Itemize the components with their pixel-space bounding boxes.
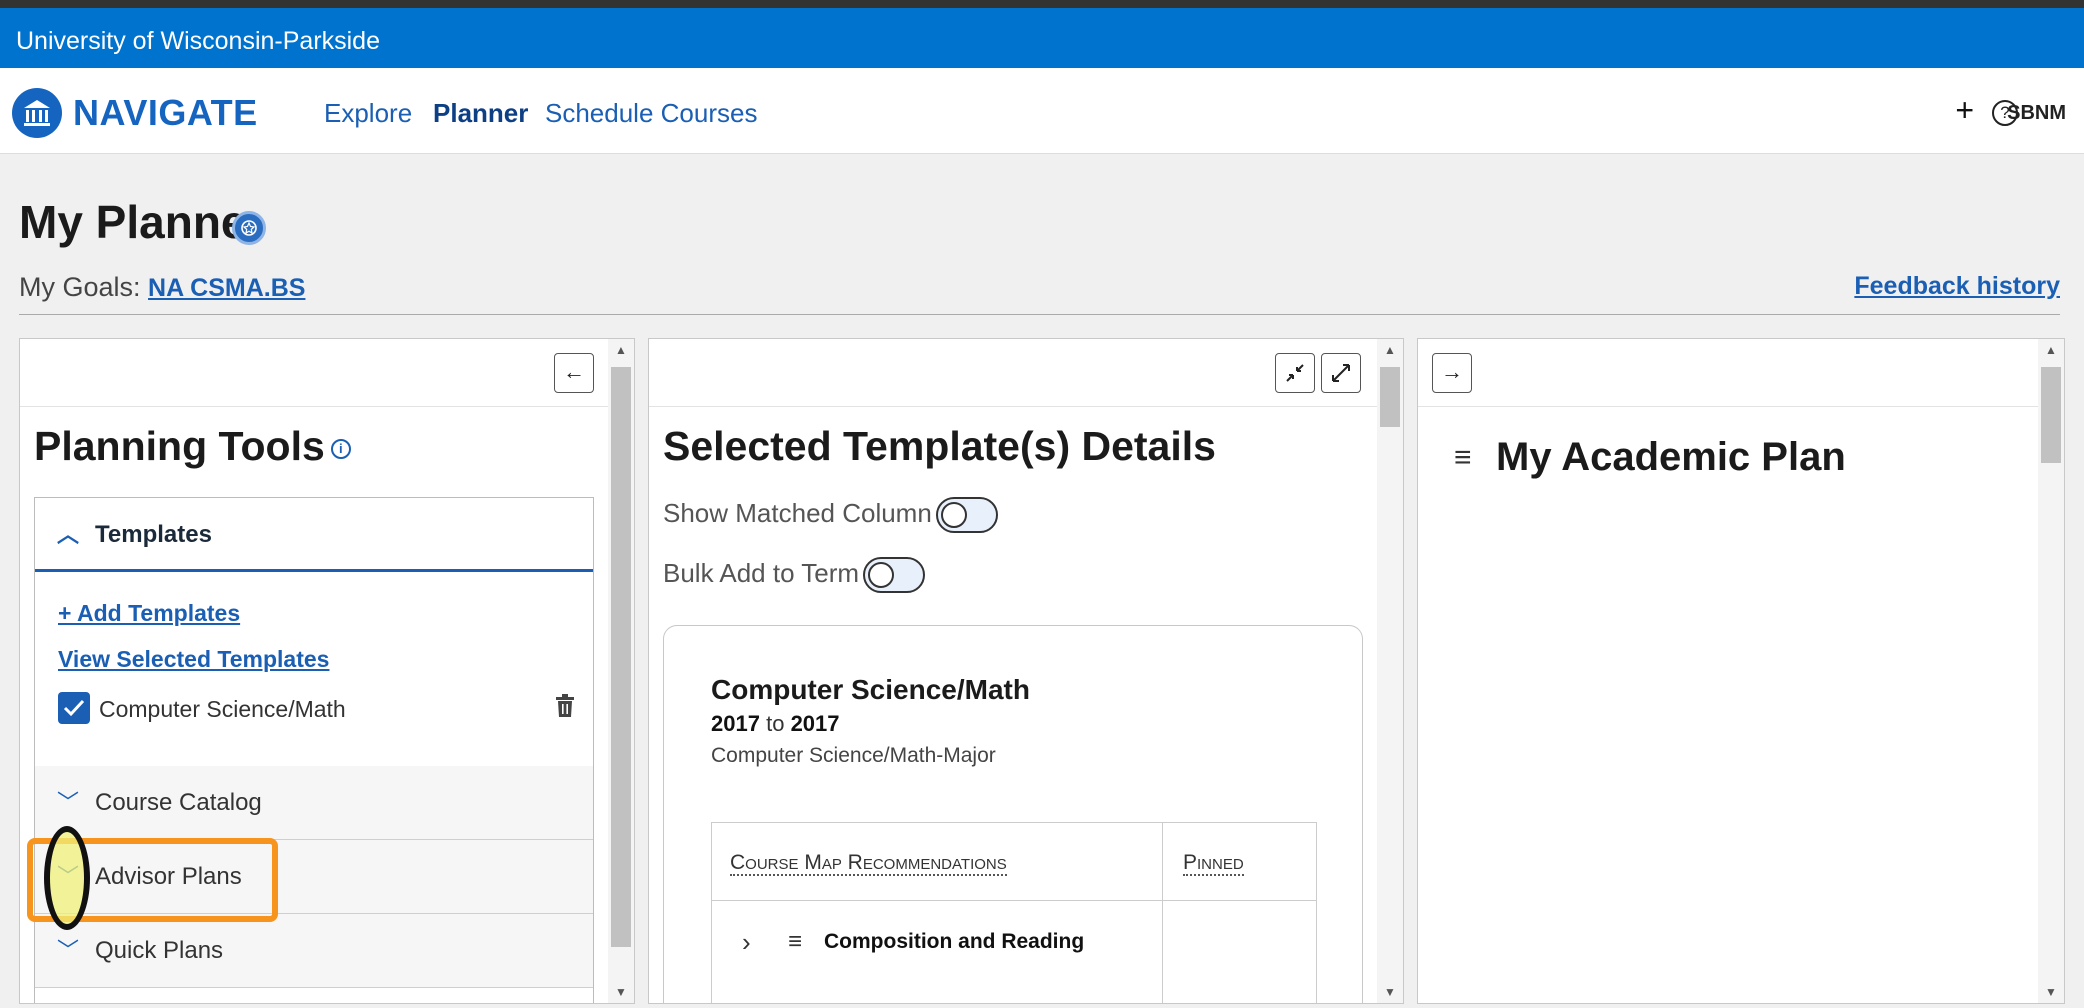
maximize-icon[interactable] [1321,353,1361,393]
navigate-logo-icon[interactable] [12,88,62,138]
trash-icon[interactable] [555,694,575,723]
scroll-up-arrow[interactable]: ▲ [608,339,634,361]
user-menu[interactable]: SBNM [2007,102,2066,125]
planning-tools-title: Planning Tools i [34,423,351,470]
my-goals: My Goals: NA CSMA.BS [19,272,305,303]
row-label: Composition and Reading [824,930,1085,953]
feedback-history-link[interactable]: Feedback history [1854,272,2060,301]
hamburger-icon[interactable]: ≡ [1454,441,1472,475]
scroll-down-arrow[interactable]: ▼ [2038,981,2064,1003]
nav-link-planner[interactable]: Planner [433,98,528,129]
accordion-quick-plans[interactable]: ﹀ Quick Plans [35,914,593,988]
planning-tools-accordion: ︿ Templates + Add Templates View Selecte… [34,497,594,1003]
university-bar: University of Wisconsin-Parkside [0,8,2084,68]
panel-header: → [1418,339,2064,407]
accordion-course-catalog[interactable]: ﹀ Course Catalog [35,766,593,840]
add-templates-link[interactable]: + Add Templates [58,600,240,627]
template-card-years: 2017 to 2017 [711,711,840,737]
template-checkbox[interactable] [58,692,90,724]
column-divider [1162,823,1163,1003]
show-matched-column-toggle[interactable] [935,497,998,533]
chevron-up-icon: ︿ [57,522,80,547]
accordion-templates[interactable]: ︿ Templates [35,498,593,572]
nav-link-explore[interactable]: Explore [324,98,412,129]
scroll-down-arrow[interactable]: ▼ [1377,981,1403,1003]
top-navigation: NAVIGATE Explore Planner Schedule Course… [0,68,2084,154]
scroll-thumb[interactable] [1380,367,1400,427]
academic-plan-panel: → ≡ My Academic Plan ▲ ▼ [1417,338,2065,1004]
nav-link-schedule-courses[interactable]: Schedule Courses [545,98,757,129]
quick-plans-label: Quick Plans [95,937,224,964]
plus-icon[interactable]: + [1955,92,1974,129]
templates-label: Templates [95,521,212,548]
navigate-logo-text[interactable]: NAVIGATE [73,92,258,134]
template-card-title: Computer Science/Math [711,674,1030,705]
panel-header [649,339,1403,407]
scroll-thumb[interactable] [611,367,631,947]
minimize-icon[interactable] [1275,353,1315,393]
planning-tools-title-text: Planning Tools [34,423,325,469]
bulk-add-row: Bulk Add to Term [663,557,926,593]
page-title: My Planne [19,196,247,248]
column-header-recommendations: Course Map Recommendations [712,823,1162,901]
view-selected-templates-link[interactable]: View Selected Templates [58,646,329,673]
scroll-up-arrow[interactable]: ▲ [2038,339,2064,361]
col-pinned-text: Pinned [1183,851,1244,876]
year-from: 2017 [711,711,760,736]
recommendations-table: Course Map Recommendations Pinned › ≡ Co… [711,822,1317,1003]
bulk-add-label: Bulk Add to Term [663,557,860,588]
scroll-thumb[interactable] [2041,367,2061,463]
year-to: 2017 [790,711,840,736]
collapse-left-button[interactable]: ← [554,353,594,393]
bulk-add-toggle[interactable] [863,557,926,593]
annotation-circle-mark [44,826,90,930]
scrollbar[interactable]: ▲ ▼ [608,339,634,1003]
template-card-subtitle: Computer Science/Math-Major [711,744,996,767]
badge-icon[interactable] [232,211,266,245]
drag-handle-icon[interactable]: ≡ [788,902,802,982]
academic-plan-title: My Academic Plan [1496,435,1846,479]
panel-header: ← [20,339,634,407]
info-icon[interactable]: i [330,439,351,460]
top-border [0,0,2084,8]
goals-link[interactable]: NA CSMA.BS [148,274,305,302]
course-catalog-label: Course Catalog [95,789,262,816]
template-card: Computer Science/Math 2017 to 2017 Compu… [663,625,1363,1003]
goals-label: My Goals: [19,272,149,302]
show-matched-column-row: Show Matched Column [663,497,998,533]
year-to-word: to [766,711,785,736]
scrollbar[interactable]: ▲ ▼ [1377,339,1403,1003]
divider [19,314,2060,315]
show-matched-column-label: Show Matched Column [663,497,932,528]
template-details-panel: Selected Template(s) Details Show Matche… [648,338,1404,1004]
scrollbar[interactable]: ▲ ▼ [2038,339,2064,1003]
expand-right-button[interactable]: → [1432,353,1472,393]
chevron-right-icon[interactable]: › [742,902,751,982]
template-details-title: Selected Template(s) Details [663,423,1216,469]
scroll-down-arrow[interactable]: ▼ [608,981,634,1003]
column-header-pinned: Pinned [1163,823,1317,901]
scroll-up-arrow[interactable]: ▲ [1377,339,1403,361]
col-recommendations-text: Course Map Recommendations [730,851,1007,876]
template-label: Computer Science/Math [99,696,346,722]
table-row[interactable]: › ≡ Composition and Reading [712,902,1162,982]
